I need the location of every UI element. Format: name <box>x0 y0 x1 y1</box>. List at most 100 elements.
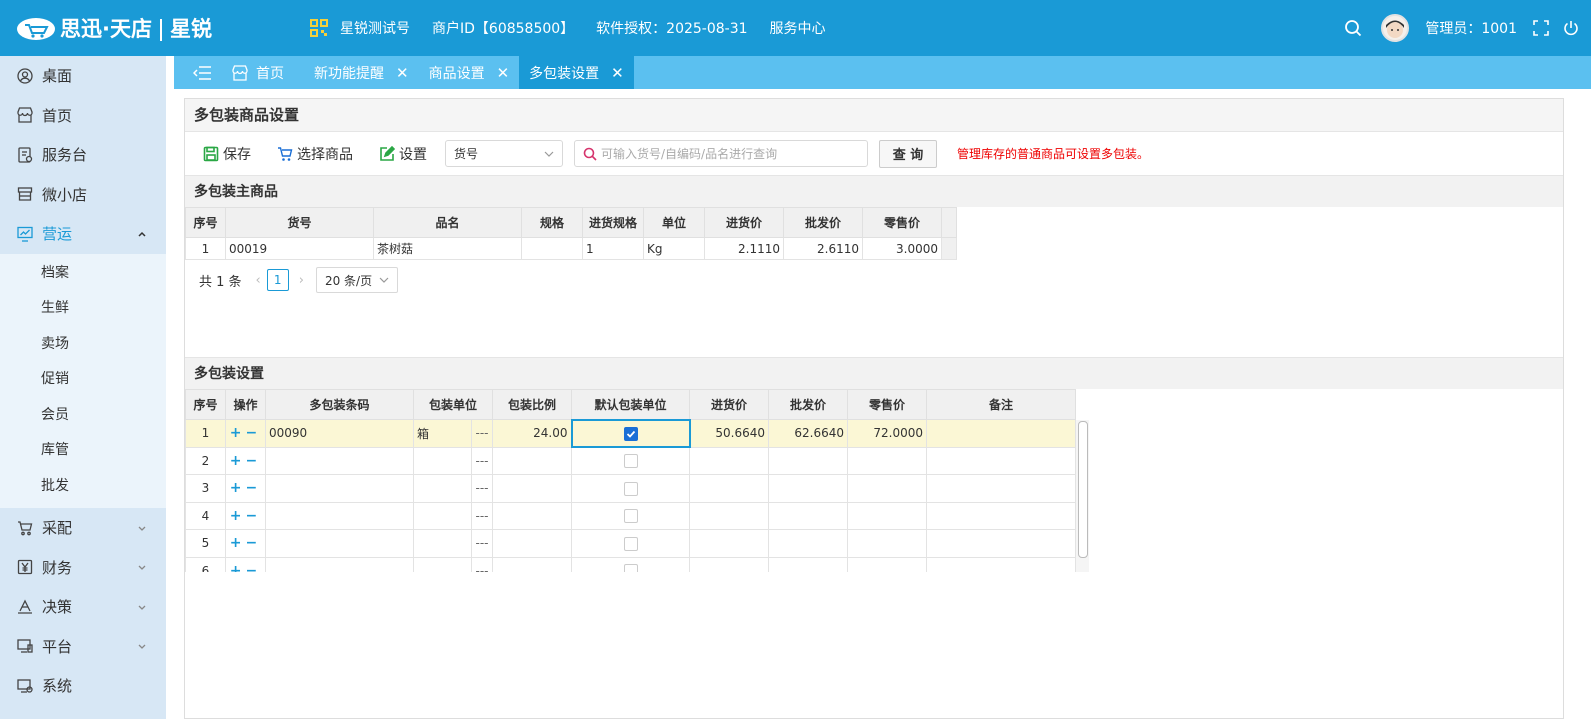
cell-barcode[interactable]: 00090 <box>265 419 414 448</box>
close-icon[interactable]: ✕ <box>611 64 624 82</box>
settings-button[interactable]: 设置 <box>379 144 427 164</box>
cell-purchase-price[interactable] <box>689 556 770 572</box>
table-row[interactable]: 1 00019 茶树菇 1 Kg 2.1110 2.6110 3.0000 <box>185 237 957 260</box>
sidebar-item-home[interactable]: 首页 <box>0 96 166 136</box>
unit-select-button[interactable]: --- <box>470 529 494 558</box>
cell-note[interactable] <box>926 529 1077 558</box>
submenu-item-inventory[interactable]: 库管 <box>0 433 166 469</box>
cell-retail-price[interactable] <box>847 501 928 530</box>
cell-barcode[interactable] <box>265 501 414 530</box>
table-row[interactable]: 1 +− 00090 箱 --- 24.00 50.6640 62.6640 72.0000 <box>185 418 1077 448</box>
add-row-icon[interactable]: + <box>230 508 246 524</box>
search-field-select[interactable]: 货号 <box>445 140 563 167</box>
search-input[interactable]: 可输入货号/自编码/品名进行查询 <box>574 140 868 167</box>
sidebar-item-system[interactable]: 系统 <box>0 666 166 706</box>
default-unit-checkbox[interactable] <box>623 536 638 551</box>
cell-purchase-price[interactable] <box>689 529 770 558</box>
fullscreen-icon[interactable] <box>1531 18 1551 38</box>
table-row[interactable]: 6 +− --- <box>185 556 1077 572</box>
cell-wholesale-price[interactable] <box>768 556 849 572</box>
cell-pack-ratio[interactable] <box>492 529 573 558</box>
cell-retail-price[interactable] <box>847 556 928 572</box>
cell-note[interactable] <box>926 474 1077 503</box>
cell-pack-ratio[interactable] <box>492 474 573 503</box>
table-row[interactable]: 3 +− --- <box>185 474 1077 503</box>
tab-new-features[interactable]: 新功能提醒 ✕ <box>304 56 419 89</box>
select-goods-button[interactable]: 选择商品 <box>277 144 353 164</box>
sidebar-item-decision[interactable]: 决策 <box>0 587 166 627</box>
sidebar-item-service-desk[interactable]: 服务台 <box>0 135 166 175</box>
unit-select-button[interactable]: --- <box>470 419 494 448</box>
cell-purchase-price[interactable] <box>689 474 770 503</box>
cell-wholesale-price[interactable] <box>768 446 849 475</box>
cell-note[interactable] <box>926 501 1077 530</box>
cell-pack-ratio[interactable]: 24.00 <box>492 419 573 448</box>
cell-wholesale-price[interactable] <box>768 501 849 530</box>
menu-collapse-icon[interactable] <box>174 56 230 89</box>
cell-pack-unit[interactable]: 箱 <box>413 419 472 448</box>
default-unit-checkbox[interactable] <box>623 481 638 496</box>
cell-pack-unit[interactable] <box>413 501 472 530</box>
sidebar-item-operations[interactable]: 营运 <box>0 214 166 254</box>
cell-pack-ratio[interactable] <box>492 556 573 572</box>
cell-barcode[interactable] <box>265 446 414 475</box>
unit-select-button[interactable]: --- <box>470 474 494 503</box>
cell-purchase-price[interactable] <box>689 446 770 475</box>
tab-home[interactable]: 首页 <box>230 56 304 89</box>
cell-barcode[interactable] <box>265 556 414 572</box>
cell-wholesale-price[interactable] <box>768 529 849 558</box>
service-center-link[interactable]: 服务中心 <box>770 18 826 38</box>
cell-pack-unit[interactable] <box>413 446 472 475</box>
default-unit-checkbox[interactable] <box>623 509 638 523</box>
cell-purchase-price[interactable]: 50.6640 <box>689 419 770 448</box>
add-row-icon[interactable]: + <box>230 425 246 441</box>
sidebar-item-desktop[interactable]: 桌面 <box>0 56 166 96</box>
scrollbar-thumb[interactable] <box>1078 421 1088 558</box>
page-size-select[interactable]: 20 条/页 <box>315 267 398 293</box>
cell-wholesale-price[interactable]: 62.6640 <box>768 419 849 448</box>
cell-retail-price[interactable] <box>847 474 928 503</box>
close-icon[interactable]: ✕ <box>396 64 409 82</box>
admin-label[interactable]: 管理员：1001 <box>1425 18 1517 38</box>
cell-retail-price[interactable] <box>847 529 928 558</box>
cell-note[interactable] <box>926 419 1077 448</box>
table-row[interactable]: 4 +− --- <box>185 501 1077 530</box>
unit-select-button[interactable]: --- <box>470 446 494 475</box>
remove-row-icon[interactable]: − <box>246 563 262 572</box>
add-row-icon[interactable]: + <box>230 535 246 551</box>
save-button[interactable]: 保存 <box>203 144 251 164</box>
default-unit-checkbox[interactable] <box>623 426 638 441</box>
submenu-item-fresh[interactable]: 生鲜 <box>0 291 166 327</box>
power-icon[interactable] <box>1561 18 1581 38</box>
remove-row-icon[interactable]: − <box>246 480 262 496</box>
cell-barcode[interactable] <box>265 529 414 558</box>
cell-note[interactable] <box>926 446 1077 475</box>
remove-row-icon[interactable]: − <box>246 535 262 551</box>
sidebar-item-platform[interactable]: 平台 <box>0 627 166 667</box>
sidebar-item-finance[interactable]: 财务 <box>0 548 166 588</box>
sidebar-item-purchase[interactable]: 采配 <box>0 508 166 548</box>
table-scrollbar[interactable] <box>1075 420 1089 572</box>
prev-page-icon[interactable]: ‹ <box>256 273 261 288</box>
next-page-icon[interactable]: › <box>299 273 304 288</box>
query-button[interactable]: 查 询 <box>879 139 937 168</box>
close-icon[interactable]: ✕ <box>497 64 510 82</box>
cell-pack-unit[interactable] <box>413 529 472 558</box>
submenu-item-archive[interactable]: 档案 <box>0 256 166 292</box>
tab-goods-settings[interactable]: 商品设置 ✕ <box>419 56 520 89</box>
unit-select-button[interactable]: --- <box>470 501 494 530</box>
submenu-item-wholesale[interactable]: 批发 <box>0 469 166 505</box>
remove-row-icon[interactable]: − <box>246 425 262 441</box>
cell-pack-unit[interactable] <box>413 556 472 572</box>
table-row[interactable]: 5 +− --- <box>185 529 1077 558</box>
default-unit-checkbox[interactable] <box>623 564 638 572</box>
cell-pack-ratio[interactable] <box>492 501 573 530</box>
cell-pack-ratio[interactable] <box>492 446 573 475</box>
page-number-button[interactable]: 1 <box>266 269 289 291</box>
add-row-icon[interactable]: + <box>230 480 246 496</box>
add-row-icon[interactable]: + <box>230 453 246 469</box>
qr-code-icon[interactable] <box>310 19 328 37</box>
default-unit-checkbox[interactable] <box>623 454 638 469</box>
submenu-item-member[interactable]: 会员 <box>0 398 166 434</box>
cell-retail-price[interactable]: 72.0000 <box>847 419 928 448</box>
